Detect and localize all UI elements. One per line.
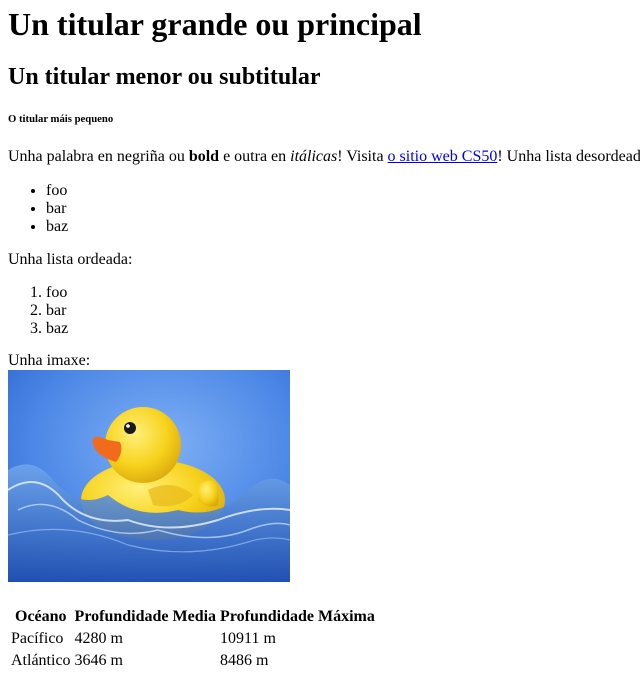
image-label: Unha imaxe: (8, 352, 91, 369)
ordered-list-label: Unha lista ordeada: (8, 251, 133, 268)
italic-word: itálicas (290, 148, 338, 165)
list-item: foo (46, 182, 68, 200)
oceans-table: Océano Profundidade Media Profundidade M… (8, 605, 378, 673)
table-row: Pacífico 4280 m 10911 m (10, 629, 376, 649)
table-cell: Atlántico (11, 652, 71, 669)
intro-paragraph: Unha palabra en negriña ou bold e outra … (8, 148, 640, 166)
table-cell: 4280 m (74, 630, 123, 647)
column-header: Profundidade Media (74, 608, 217, 625)
intro-text-1: Unha palabra en negriña ou (8, 148, 189, 165)
list-item: baz (46, 218, 68, 236)
bold-word: bold (188, 148, 220, 165)
list-item: bar (46, 302, 68, 320)
table-header-row: Océano Profundidade Media Profundidade M… (10, 607, 376, 627)
table-cell: 10911 m (220, 630, 276, 647)
smallest-heading: O titular máis pequeno (8, 113, 114, 125)
intro-text-4: ! Unha lista desordeada: (497, 148, 640, 165)
table-cell: 8486 m (220, 652, 269, 669)
list-item: baz (46, 320, 68, 338)
cs50-link[interactable]: o sitio web CS50 (388, 148, 498, 165)
page-title: Un titular grande ou principal (8, 6, 422, 42)
rubber-duck-image (8, 370, 290, 582)
column-header: Océano (15, 608, 67, 625)
table-cell: 3646 m (74, 652, 123, 669)
intro-text-2: e outra en (219, 148, 291, 165)
table-row: Atlántico 3646 m 8486 m (10, 651, 376, 671)
ordered-list: foo bar baz (8, 284, 68, 338)
intro-text-3: ! Visita (337, 148, 388, 165)
list-item: bar (46, 200, 68, 218)
unordered-list: foo bar baz (8, 182, 68, 236)
column-header: Profundidade Máxima (220, 608, 375, 625)
table-cell: Pacífico (11, 630, 64, 647)
list-item: foo (46, 284, 68, 302)
page-subtitle: Un titular menor ou subtitular (8, 64, 321, 90)
